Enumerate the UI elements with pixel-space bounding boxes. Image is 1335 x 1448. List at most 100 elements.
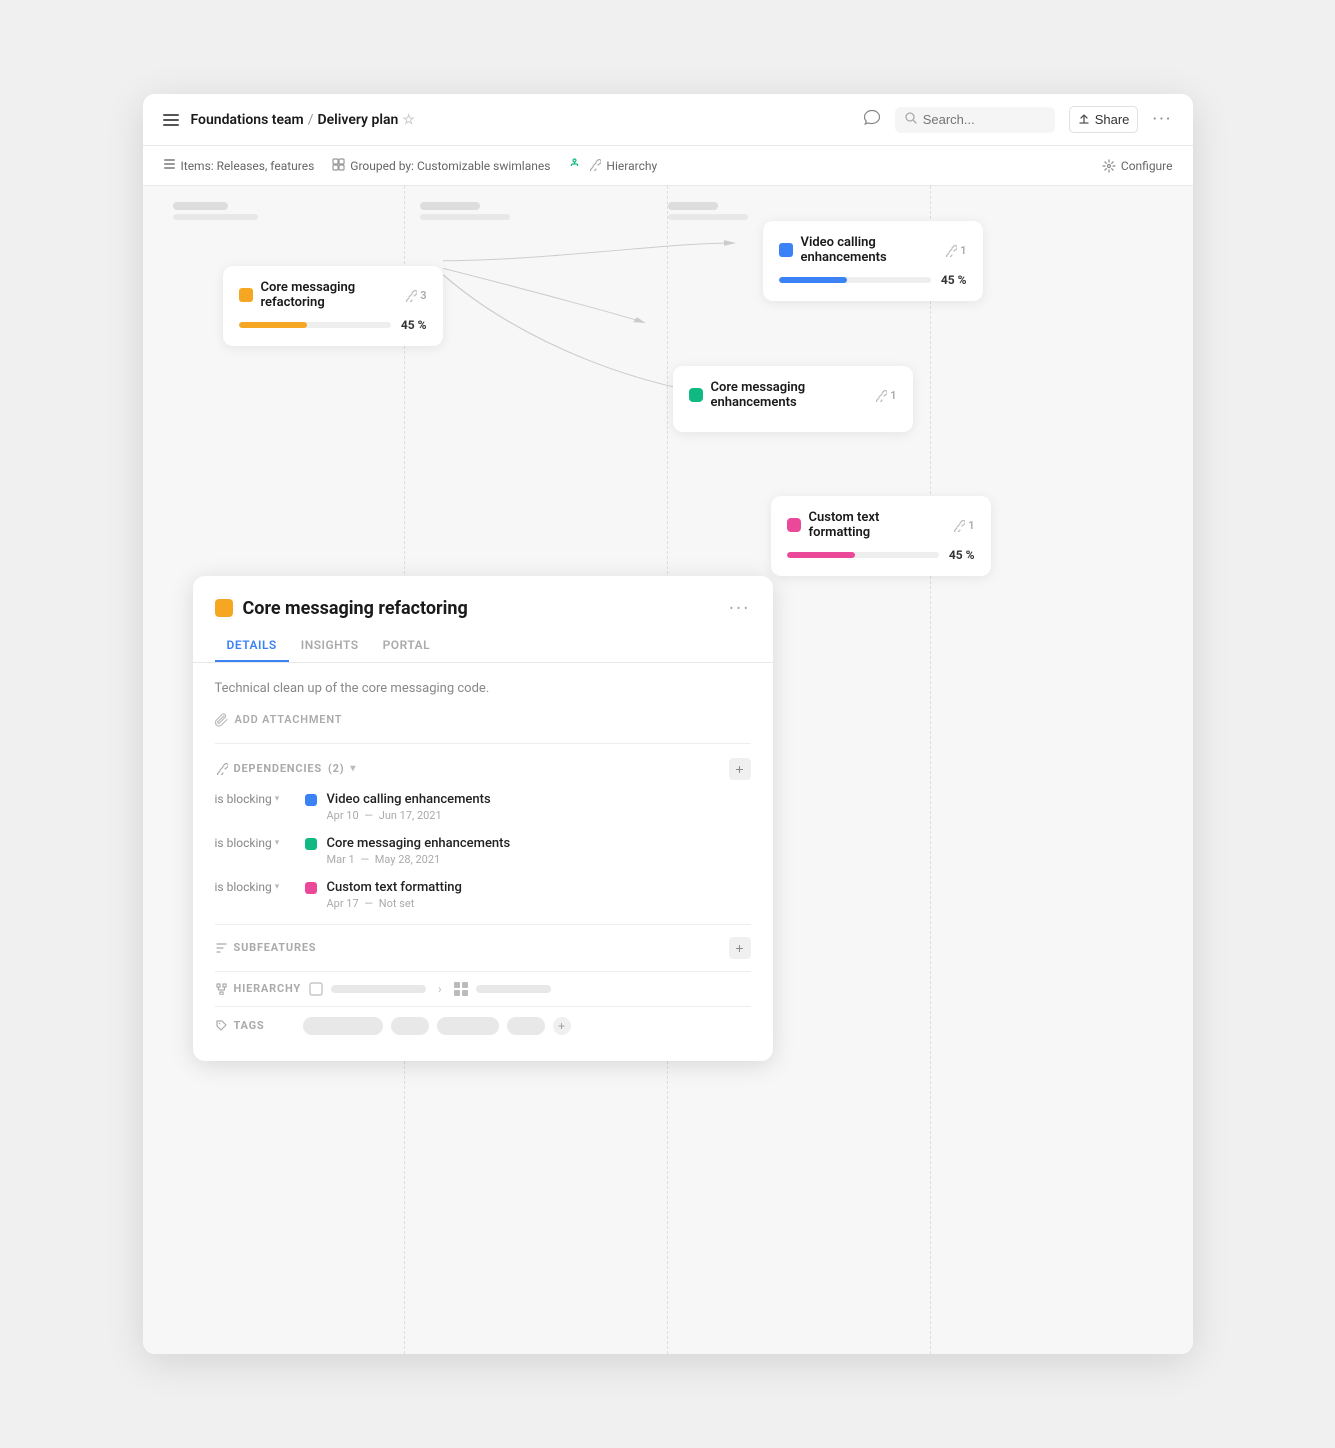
add-attachment-link[interactable]: ADD ATTACHMENT bbox=[215, 713, 751, 727]
configure-button[interactable]: Configure bbox=[1102, 159, 1173, 173]
hierarchy-label: HIERARCHY bbox=[215, 982, 301, 995]
tab-insights[interactable]: INSIGHTS bbox=[289, 630, 371, 662]
col-header-4 bbox=[915, 202, 1163, 220]
card-core-messaging[interactable]: Core messaging refactoring 3 45 % bbox=[223, 266, 443, 346]
dep-relation-3[interactable]: is blocking ▾ bbox=[215, 880, 295, 894]
menu-icon[interactable] bbox=[163, 114, 179, 126]
tag-pill-2[interactable] bbox=[391, 1017, 429, 1035]
toolbar-grouped[interactable]: Grouped by: Customizable swimlanes bbox=[332, 158, 550, 174]
hierarchy-box-icon bbox=[309, 982, 323, 996]
dep-info-1: Video calling enhancements Apr 10 — Jun … bbox=[327, 792, 751, 822]
detail-tabs: DETAILS INSIGHTS PORTAL bbox=[193, 620, 773, 663]
add-attachment-label: ADD ATTACHMENT bbox=[235, 713, 343, 726]
comment-icon[interactable] bbox=[863, 109, 881, 131]
dep-chevron-icon[interactable]: ▾ bbox=[350, 763, 356, 774]
dep-relation-1[interactable]: is blocking ▾ bbox=[215, 792, 295, 806]
tab-details[interactable]: DETAILS bbox=[215, 630, 289, 662]
dependency-item-3: is blocking ▾ Custom text formatting Apr… bbox=[215, 880, 751, 910]
breadcrumb-team[interactable]: Foundations team bbox=[191, 112, 304, 128]
card-progress-row: 45 % bbox=[779, 273, 967, 287]
card-progress-pct: 45 % bbox=[949, 548, 975, 562]
card-title: Video calling enhancements 1 bbox=[779, 235, 967, 265]
tags-icon bbox=[215, 1019, 228, 1032]
subfeatures-text: SUBFEATURES bbox=[234, 941, 317, 954]
hierarchy-dest-placeholder bbox=[476, 985, 551, 993]
detail-icon bbox=[215, 599, 233, 617]
dep-name-2[interactable]: Core messaging enhancements bbox=[327, 836, 751, 851]
detail-more-icon[interactable]: ··· bbox=[729, 596, 751, 620]
card-progress-bar bbox=[239, 322, 391, 328]
dep-label-text: DEPENDENCIES bbox=[234, 762, 322, 775]
tag-pill-3[interactable] bbox=[437, 1017, 499, 1035]
dep-name-1[interactable]: Video calling enhancements bbox=[327, 792, 751, 807]
add-subfeature-button[interactable]: + bbox=[729, 937, 751, 959]
dependencies-header: DEPENDENCIES (2) ▾ + bbox=[215, 758, 751, 780]
hierarchy-link-icon bbox=[588, 158, 601, 174]
search-box[interactable] bbox=[895, 107, 1055, 133]
hierarchy-grid-icon bbox=[454, 982, 468, 996]
subfeatures-label: SUBFEATURES bbox=[215, 941, 317, 954]
subfeatures-icon bbox=[215, 941, 228, 954]
card-progress-row: 45 % bbox=[239, 318, 427, 332]
more-options-icon[interactable]: ··· bbox=[1152, 109, 1172, 130]
dep-date-start-1: Apr 10 bbox=[327, 809, 359, 822]
hierarchy-row: HIERARCHY › bbox=[215, 971, 751, 1006]
breadcrumb-page[interactable]: Delivery plan bbox=[317, 112, 398, 128]
hierarchy-arrow-icon: › bbox=[438, 982, 442, 996]
dependencies-label: DEPENDENCIES (2) ▾ bbox=[215, 762, 357, 775]
tag-pill-1[interactable] bbox=[303, 1017, 383, 1035]
search-icon bbox=[905, 112, 917, 128]
dependency-arrows bbox=[143, 186, 1193, 566]
search-input[interactable] bbox=[923, 112, 1045, 127]
card-custom-text[interactable]: Custom text formatting 1 45 % bbox=[771, 496, 991, 576]
card-video-calling[interactable]: Video calling enhancements 1 45 % bbox=[763, 221, 983, 301]
card-deps: 1 bbox=[952, 519, 974, 532]
dep-dot-1 bbox=[305, 794, 317, 806]
dep-dates-2: Mar 1 — May 28, 2021 bbox=[327, 853, 751, 866]
card-deps: 1 bbox=[874, 389, 896, 402]
detail-body: Technical clean up of the core messaging… bbox=[193, 663, 773, 1061]
favorite-star-icon[interactable]: ☆ bbox=[402, 112, 415, 128]
card-name: Core messaging refactoring bbox=[261, 280, 397, 310]
card-core-messaging-enh[interactable]: Core messaging enhancements 1 bbox=[673, 366, 913, 432]
col-header-bar bbox=[668, 202, 718, 210]
grouped-label: Grouped by: Customizable swimlanes bbox=[350, 159, 550, 173]
grouped-icon bbox=[332, 158, 345, 174]
col-header-1 bbox=[173, 202, 421, 220]
card-color-icon bbox=[689, 388, 703, 402]
col-header-2 bbox=[420, 202, 668, 220]
tag-pill-4[interactable] bbox=[507, 1017, 545, 1035]
dep-date-end-1: Jun 17, 2021 bbox=[379, 809, 442, 822]
dep-count: (2) bbox=[328, 762, 344, 775]
card-name: Core messaging enhancements bbox=[711, 380, 867, 410]
dep-relation-2[interactable]: is blocking ▾ bbox=[215, 836, 295, 850]
col-header-subbar bbox=[420, 214, 510, 220]
hierarchy-label: Hierarchy bbox=[606, 159, 657, 173]
tags-label: TAGS bbox=[215, 1019, 295, 1032]
card-title: Core messaging refactoring 3 bbox=[239, 280, 427, 310]
col-header-bar bbox=[420, 202, 480, 210]
detail-title: Core messaging refactoring bbox=[243, 598, 719, 619]
hierarchy-icon bbox=[215, 982, 228, 995]
card-dep-count: 1 bbox=[960, 244, 966, 257]
add-tag-button[interactable]: + bbox=[553, 1017, 571, 1035]
dep-info-3: Custom text formatting Apr 17 — Not set bbox=[327, 880, 751, 910]
subfeatures-section: SUBFEATURES + bbox=[215, 924, 751, 971]
dep-name-3[interactable]: Custom text formatting bbox=[327, 880, 751, 895]
detail-description: Technical clean up of the core messaging… bbox=[215, 679, 751, 699]
toolbar-hierarchy[interactable]: Hierarchy bbox=[568, 158, 657, 174]
tags-text: TAGS bbox=[234, 1019, 265, 1032]
dep-relation-chevron-2: ▾ bbox=[275, 838, 280, 848]
subfeatures-header: SUBFEATURES + bbox=[215, 924, 751, 971]
card-dep-count: 1 bbox=[890, 389, 896, 402]
add-dependency-button[interactable]: + bbox=[729, 758, 751, 780]
tab-portal[interactable]: PORTAL bbox=[371, 630, 443, 662]
configure-label: Configure bbox=[1121, 159, 1173, 173]
toolbar-items[interactable]: Items: Releases, features bbox=[163, 158, 315, 174]
share-button[interactable]: Share bbox=[1069, 106, 1139, 133]
card-name: Custom text formatting bbox=[809, 510, 945, 540]
share-label: Share bbox=[1095, 112, 1130, 127]
dep-relation-text-1: is blocking bbox=[215, 792, 272, 806]
divider bbox=[215, 743, 751, 744]
dep-date-start-3: Apr 17 bbox=[327, 897, 359, 910]
